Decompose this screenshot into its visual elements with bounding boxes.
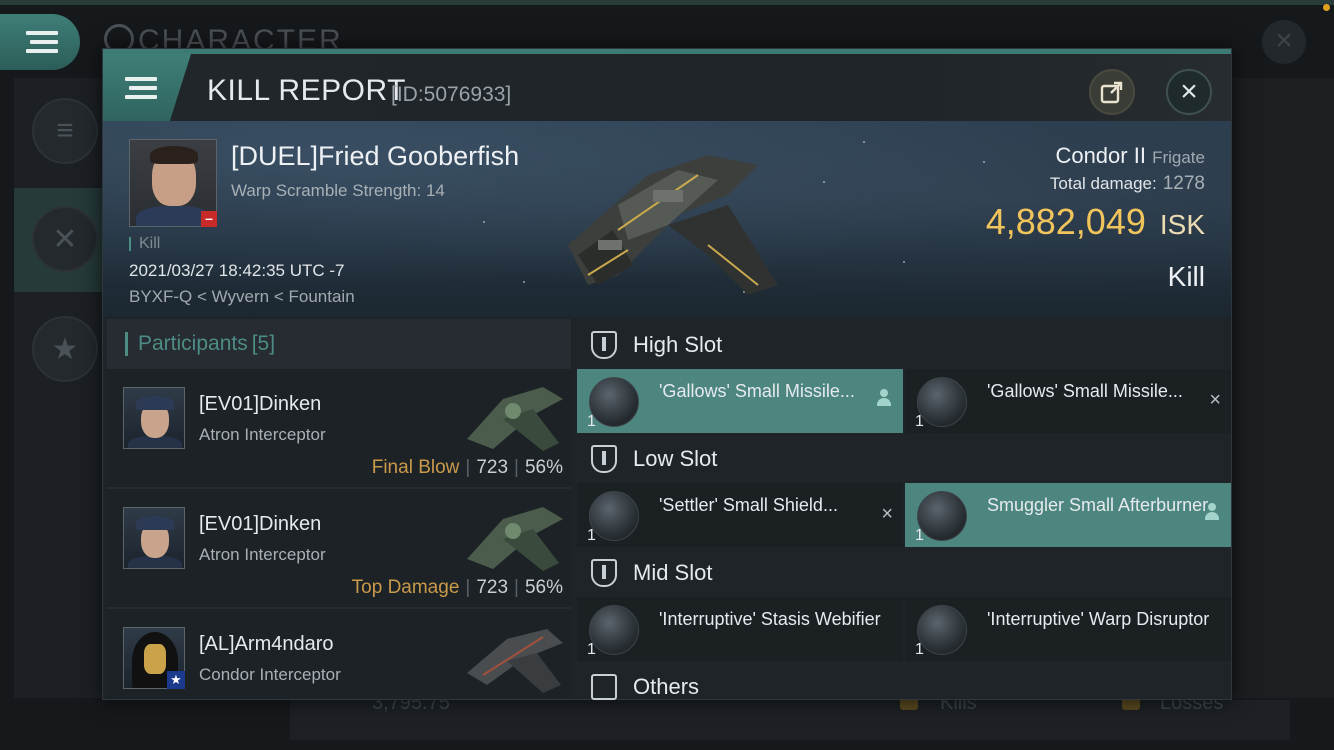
participant-avatar[interactable] — [123, 507, 185, 569]
participants-panel: Participants [5] [EV01]Dinken Atron Inte… — [107, 319, 571, 699]
mid-slot-item[interactable]: 1 'Interruptive' Stasis Webifier — [577, 597, 903, 661]
warp-disruptor-icon — [917, 605, 967, 655]
afterburner-icon — [917, 491, 967, 541]
destroyed-icon: × — [881, 503, 893, 525]
participant-name[interactable]: [EV01]Dinken — [199, 393, 321, 416]
standing-badge-icon: – — [201, 211, 217, 227]
low-slot-header: Low Slot — [573, 437, 1229, 481]
participant-ship: Condor Interceptor — [199, 665, 341, 684]
participant-row[interactable]: [EV01]Dinken Atron Interceptor Top Damag… — [107, 491, 571, 609]
character-main-panel — [1232, 78, 1334, 698]
participant-avatar[interactable] — [123, 387, 185, 449]
slot-icon — [591, 559, 617, 587]
participant-stats: Top Damage | 723 | 56% — [351, 577, 563, 598]
participant-percent: 56% — [524, 457, 563, 478]
victim-banner: – [DUEL]Fried Gooberfish Warp Scramble S… — [103, 121, 1231, 317]
ship-class: Frigate — [1152, 148, 1205, 167]
victim-ship-image[interactable] — [558, 135, 788, 300]
star-icon[interactable]: ★ — [32, 316, 98, 382]
list-icon[interactable]: ≡ — [32, 98, 98, 164]
person-icon — [877, 389, 891, 407]
participant-row[interactable]: ★ [AL]Arm4ndaro Condor Interceptor — [107, 611, 571, 699]
modal-title: KILL REPORT — [207, 74, 406, 107]
participant-row[interactable]: [EV01]Dinken Atron Interceptor Final Blo… — [107, 371, 571, 489]
participant-ship-image — [467, 507, 563, 571]
item-name: Smuggler Small Afterburner — [987, 495, 1209, 515]
participant-ship-image — [467, 629, 563, 693]
item-name: 'Settler' Small Shield... — [659, 495, 838, 515]
participants-count: [5] — [251, 332, 276, 355]
person-icon — [1205, 503, 1219, 521]
victim-name[interactable]: [DUEL]Fried Gooberfish — [231, 141, 519, 172]
shield-icon — [589, 491, 639, 541]
high-slot-header: High Slot — [573, 323, 1229, 367]
participant-damage: 723 — [476, 577, 509, 598]
close-icon: × — [1180, 75, 1198, 108]
item-quantity: 1 — [587, 641, 596, 658]
share-icon — [1100, 81, 1123, 104]
isk-unit: ISK — [1159, 209, 1205, 240]
low-slot-item[interactable]: 1 'Settler' Small Shield... × — [577, 483, 903, 547]
missile-launcher-icon — [917, 377, 967, 427]
item-quantity: 1 — [915, 527, 924, 544]
main-menu-button[interactable] — [0, 14, 80, 70]
kill-report-modal: KILL REPORT [ID:5076933] × – [DUEL]Fried… — [102, 48, 1232, 700]
item-quantity: 1 — [587, 413, 596, 430]
mid-slot-header: Mid Slot — [573, 551, 1229, 595]
item-name: 'Interruptive' Warp Disruptor — [987, 609, 1210, 629]
kill-datetime: 2021/03/27 18:42:35 UTC -7 — [129, 261, 345, 280]
notification-dot — [1323, 4, 1330, 11]
item-quantity: 1 — [915, 641, 924, 658]
participant-name[interactable]: [AL]Arm4ndaro — [199, 633, 334, 656]
destroyed-icon: × — [1209, 389, 1221, 411]
slot-icon — [591, 445, 617, 473]
kill-report-id: [ID:5076933] — [391, 83, 512, 106]
victim-ship[interactable]: Condor II Frigate — [1055, 143, 1205, 169]
kill-type-tag: Kill — [129, 236, 160, 252]
participants-header: Participants [5] — [107, 319, 571, 369]
mid-slot-item[interactable]: 1 'Interruptive' Warp Disruptor — [905, 597, 1231, 661]
cube-icon — [591, 674, 617, 700]
kill-location[interactable]: BYXF-Q < Wyvern < Fountain — [129, 287, 355, 307]
participant-ship-image — [467, 387, 563, 451]
top-bar — [0, 0, 1334, 5]
fitting-panel: High Slot 1 'Gallows' Small Missile... 1… — [573, 319, 1231, 700]
participant-name[interactable]: [EV01]Dinken — [199, 513, 321, 536]
slot-icon — [591, 331, 617, 359]
share-button[interactable] — [1089, 69, 1135, 115]
low-slot-item[interactable]: 1 Smuggler Small Afterburner — [905, 483, 1231, 547]
participant-stats: Final Blow | 723 | 56% — [371, 457, 563, 478]
menu-icon — [26, 26, 58, 58]
menu-icon — [125, 72, 157, 104]
participant-ship: Atron Interceptor — [199, 425, 326, 444]
others-header: Others — [573, 665, 1229, 709]
participant-damage: 723 — [476, 457, 509, 478]
top-damage-badge: Top Damage — [351, 577, 460, 598]
total-damage-value: 1278 — [1162, 173, 1205, 194]
final-blow-badge: Final Blow — [371, 457, 460, 478]
participant-percent: 56% — [524, 577, 563, 598]
item-name: 'Gallows' Small Missile... — [987, 381, 1183, 401]
modal-menu-button[interactable] — [103, 54, 191, 121]
modal-header: KILL REPORT [ID:5076933] × — [103, 49, 1231, 121]
isk-value: 4,882,049 ISK — [985, 201, 1205, 242]
item-quantity: 1 — [915, 413, 924, 430]
character-sidebar — [14, 78, 102, 698]
item-quantity: 1 — [587, 527, 596, 544]
item-name: 'Interruptive' Stasis Webifier — [659, 609, 881, 629]
close-button[interactable]: × — [1166, 69, 1212, 115]
missile-launcher-icon — [589, 377, 639, 427]
participant-ship: Atron Interceptor — [199, 545, 326, 564]
warp-scramble-strength: Warp Scramble Strength: 14 — [231, 181, 445, 200]
total-damage: Total damage: 1278 — [1049, 173, 1205, 194]
high-slot-item[interactable]: 1 'Gallows' Small Missile... — [577, 369, 903, 433]
character-close-button[interactable]: × — [1262, 20, 1306, 64]
item-name: 'Gallows' Small Missile... — [659, 381, 855, 401]
high-slot-item[interactable]: 1 'Gallows' Small Missile... × — [905, 369, 1231, 433]
kill-result-label: Kill — [1167, 261, 1205, 292]
star-badge-icon: ★ — [167, 671, 185, 689]
stasis-webifier-icon — [589, 605, 639, 655]
combat-icon[interactable]: ✕ — [32, 206, 98, 272]
